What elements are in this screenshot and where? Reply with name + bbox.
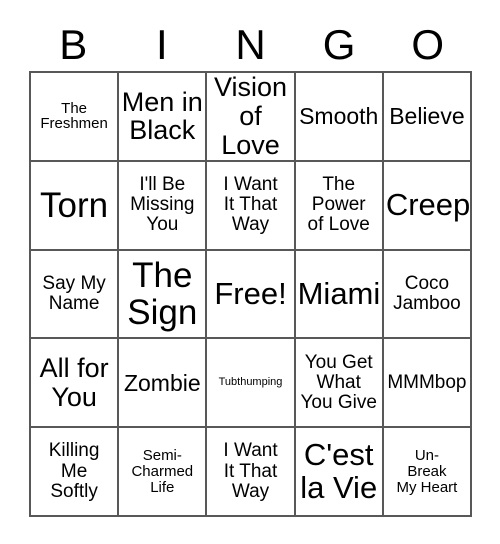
bingo-cell[interactable]: Un- Break My Heart [383, 428, 473, 517]
bingo-cell-free-space[interactable]: Free! [207, 250, 296, 340]
bingo-cell-label: I Want It That Way [223, 440, 278, 502]
bingo-cell[interactable]: Vision of Love [207, 73, 296, 162]
bingo-cell-label: The Power of Love [307, 174, 370, 236]
bingo-row: Say My Name The Sign Free! Miami Coco Ja… [31, 250, 473, 340]
bingo-cell-label: Tubthumping [218, 375, 283, 388]
bingo-cell-label: Say My Name [42, 272, 106, 314]
bingo-header-letters: B I N G O [29, 19, 472, 71]
bingo-cell-label: MMMbop [387, 371, 467, 393]
bingo-cell[interactable]: I Want It That Way [207, 428, 296, 517]
bingo-cell[interactable]: Say My Name [31, 250, 120, 340]
header-letter-n: N [235, 21, 266, 68]
bingo-cell[interactable]: Semi- Charmed Life [119, 428, 208, 517]
bingo-cell-label: Killing Me Softly [48, 440, 100, 502]
bingo-cell[interactable]: All for You [31, 339, 120, 429]
header-letter-o: O [411, 21, 444, 68]
bingo-cell-label: The Sign [127, 255, 198, 332]
bingo-cell-label: I Want It That Way [223, 174, 278, 236]
bingo-cell[interactable]: Smooth [295, 73, 384, 162]
bingo-row: Torn I'll Be Missing You I Want It That … [31, 161, 473, 251]
bingo-cell-label: The Freshmen [40, 99, 108, 133]
bingo-cell-label: Coco Jamboo [393, 272, 461, 314]
bingo-cell[interactable]: You Get What You Give [295, 339, 384, 429]
bingo-cell-label: Smooth [299, 103, 379, 130]
bingo-cell[interactable]: Zombie [119, 339, 208, 429]
bingo-cell[interactable]: The Freshmen [31, 73, 120, 162]
bingo-cell-label: I'll Be Missing You [130, 174, 195, 236]
bingo-cell[interactable]: Miami [295, 250, 384, 340]
bingo-card: B I N G O The Freshmen Men in Black Visi… [0, 0, 500, 544]
bingo-cell-label: Semi- Charmed Life [131, 446, 194, 496]
bingo-cell-label: Men in Black [121, 86, 203, 146]
bingo-cell[interactable]: The Power of Love [295, 161, 384, 251]
bingo-cell[interactable]: MMMbop [383, 339, 473, 429]
bingo-cell[interactable]: Tubthumping [207, 339, 296, 429]
bingo-cell-label: C'est la Vie [300, 436, 378, 505]
bingo-cell[interactable]: Believe [383, 73, 473, 162]
bingo-cell[interactable]: I'll Be Missing You [119, 161, 208, 251]
header-letter-g: G [322, 21, 356, 68]
bingo-cell-label: All for You [39, 353, 109, 412]
bingo-cell-label: Miami [297, 275, 381, 311]
bingo-cell-label: Creep [385, 186, 471, 222]
bingo-row: All for You Zombie Tubthumping You Get W… [31, 339, 473, 429]
bingo-cell[interactable]: I Want It That Way [207, 161, 296, 251]
bingo-row: Killing Me Softly Semi- Charmed Life I W… [31, 428, 473, 517]
bingo-cell[interactable]: Killing Me Softly [31, 428, 120, 517]
bingo-cell[interactable]: Coco Jamboo [383, 250, 473, 340]
header-letter-i: I [156, 21, 168, 68]
bingo-cell[interactable]: The Sign [119, 250, 208, 340]
bingo-row: The Freshmen Men in Black Vision of Love… [31, 73, 473, 162]
bingo-cell-label: Believe [389, 103, 465, 130]
bingo-cell[interactable]: Men in Black [119, 73, 208, 162]
bingo-cell-label: Vision of Love [213, 73, 288, 160]
bingo-cell-label: You Get What You Give [300, 351, 377, 413]
bingo-cell[interactable]: Torn [31, 161, 120, 251]
bingo-cell-label: Zombie [123, 369, 201, 396]
bingo-cell-label: Un- Break My Heart [396, 446, 458, 496]
header-letter-b: B [59, 21, 88, 68]
bingo-free-space-label: Free! [214, 275, 287, 311]
bingo-grid: The Freshmen Men in Black Vision of Love… [29, 71, 473, 517]
bingo-cell[interactable]: Creep [383, 161, 473, 251]
bingo-cell[interactable]: C'est la Vie [295, 428, 384, 517]
bingo-cell-label: Torn [40, 185, 109, 225]
